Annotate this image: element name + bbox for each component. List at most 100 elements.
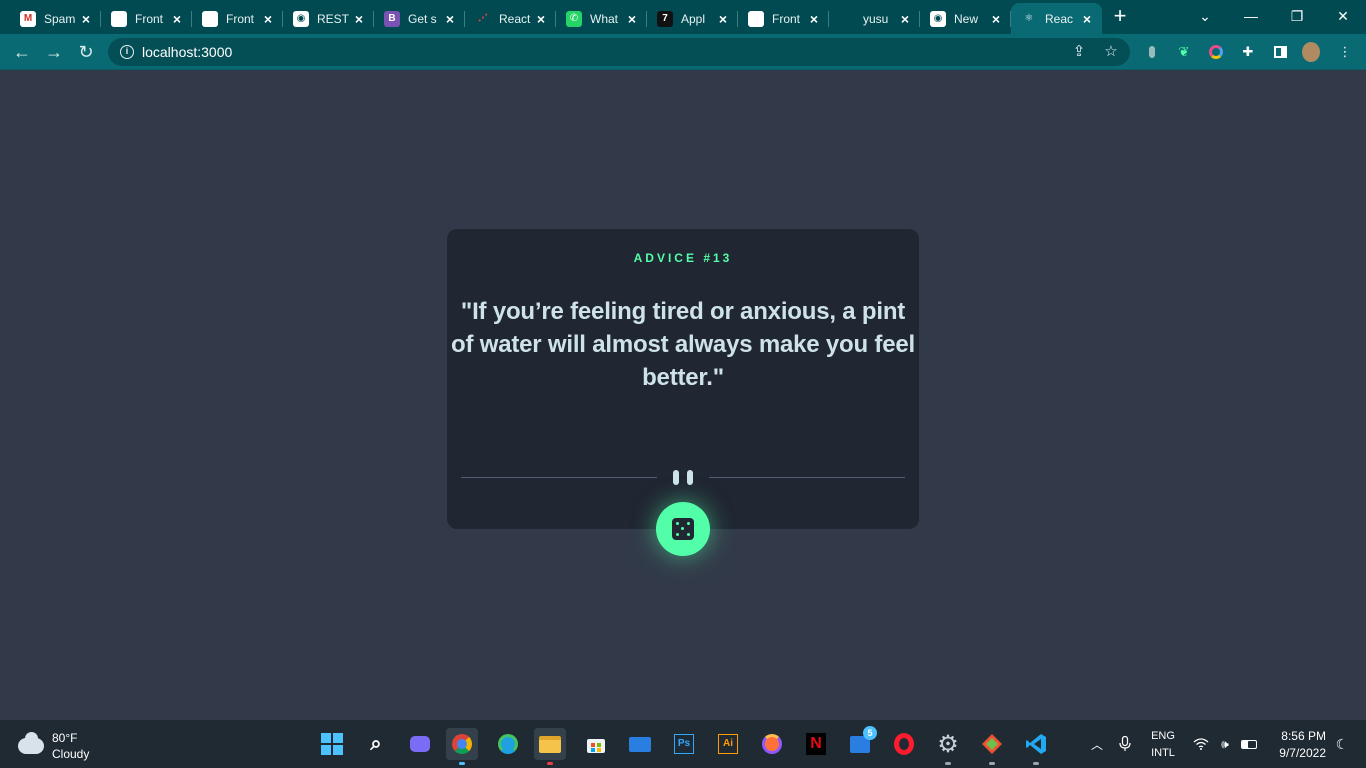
- weather-temp: 80°F: [52, 731, 78, 745]
- advice-number: ADVICE #13: [633, 251, 733, 265]
- address-url[interactable]: localhost:3000: [142, 44, 232, 60]
- frontend-mentor-icon: [111, 10, 127, 27]
- search-icon[interactable]: ⌕: [360, 728, 392, 760]
- close-tab-icon[interactable]: ×: [534, 12, 548, 26]
- notification-badge: 5: [863, 726, 877, 740]
- cloud-icon: [18, 732, 44, 754]
- photoshop-icon[interactable]: Ps: [668, 728, 700, 760]
- language-indicator[interactable]: ENG INTL: [1146, 728, 1180, 762]
- pause-icon-bar-right: [687, 470, 693, 485]
- close-window-button[interactable]: ✕: [1320, 0, 1366, 32]
- focus-moon-icon[interactable]: ☾: [1330, 720, 1354, 768]
- close-tab-icon[interactable]: ×: [79, 12, 93, 26]
- browser-toolbar: ← → ↻ i localhost:3000 ⇪ ☆ ❦ ✚ ⋮: [0, 34, 1366, 70]
- volume-icon[interactable]: 🕪: [1214, 720, 1236, 768]
- git-app-icon[interactable]: [976, 728, 1008, 765]
- new-tab-button[interactable]: +: [1108, 5, 1132, 29]
- file-explorer-icon[interactable]: [534, 728, 566, 765]
- tab-search-button[interactable]: ⌄: [1182, 0, 1228, 32]
- dice-icon: [672, 518, 694, 540]
- close-tab-icon[interactable]: ×: [443, 12, 457, 26]
- chat-icon[interactable]: [404, 728, 436, 760]
- mail-icon[interactable]: [624, 728, 656, 760]
- browser-tab[interactable]: ⋰ React ×: [465, 3, 556, 34]
- clock-date: 9/7/2022: [1279, 746, 1326, 760]
- new-advice-button[interactable]: [656, 502, 710, 556]
- show-hidden-icons-chevron-icon[interactable]: ︿: [1086, 720, 1108, 768]
- close-tab-icon[interactable]: ×: [989, 12, 1003, 26]
- forward-button[interactable]: →: [42, 40, 66, 64]
- browser-tab[interactable]: ✆ What ×: [556, 3, 647, 34]
- browser-tab[interactable]: yusu ×: [829, 3, 920, 34]
- chrome-icon: ◉: [930, 10, 946, 27]
- close-tab-icon[interactable]: ×: [807, 12, 821, 26]
- extension-icon[interactable]: [1143, 43, 1161, 61]
- vscode-icon[interactable]: [1020, 728, 1052, 765]
- tab-title: Spam: [44, 11, 76, 26]
- tab-title: REST: [317, 11, 350, 26]
- settings-gear-icon[interactable]: ⚙: [932, 728, 964, 765]
- divider-right: [709, 477, 905, 478]
- side-panel-icon[interactable]: [1271, 43, 1289, 61]
- microsoft-store-icon[interactable]: [580, 728, 612, 760]
- edge-icon[interactable]: [492, 728, 524, 760]
- pause-icon-bar-left: [673, 470, 679, 485]
- browser-tab[interactable]: B Get s ×: [374, 3, 465, 34]
- firefox-icon[interactable]: [756, 728, 788, 760]
- browser-tab[interactable]: Front ×: [101, 3, 192, 34]
- wifi-icon[interactable]: [1190, 720, 1212, 768]
- restore-button[interactable]: ❐: [1274, 0, 1320, 32]
- profile-avatar[interactable]: [1302, 42, 1320, 62]
- browser-tab[interactable]: 7 Appl ×: [647, 3, 738, 34]
- start-windows-icon[interactable]: [316, 728, 348, 760]
- extension-leaf-icon[interactable]: ❦: [1175, 43, 1193, 61]
- browser-menu-icon[interactable]: ⋮: [1336, 43, 1354, 61]
- back-button[interactable]: ←: [10, 40, 34, 64]
- chrome-icon[interactable]: [446, 728, 478, 765]
- address-bar[interactable]: i localhost:3000 ⇪ ☆: [108, 38, 1130, 66]
- browser-tab-strip: M Spam × Front × Front × ◉ REST × B Get s × ⋰ React × ✆ W…: [0, 0, 1366, 34]
- tab-title: Front: [772, 11, 801, 26]
- color-extension-icon[interactable]: [1207, 43, 1225, 61]
- seven-icon: 7: [657, 10, 673, 27]
- battery-icon[interactable]: [1238, 720, 1260, 768]
- close-tab-icon[interactable]: ×: [716, 12, 730, 26]
- microphone-icon[interactable]: [1114, 720, 1136, 768]
- browser-tab[interactable]: ◉ REST ×: [283, 3, 374, 34]
- close-tab-icon[interactable]: ×: [261, 12, 275, 26]
- tab-title: Get s: [408, 11, 437, 26]
- github-icon: [839, 10, 855, 27]
- tab-title: React: [499, 11, 531, 26]
- tab-list: M Spam × Front × Front × ◉ REST × B Get s × ⋰ React × ✆ W…: [10, 3, 1102, 34]
- browser-tab[interactable]: ⚛ Reac ×: [1011, 3, 1102, 34]
- bookmark-star-icon[interactable]: ☆: [1102, 43, 1120, 61]
- browser-tab[interactable]: Front ×: [738, 3, 829, 34]
- system-clock[interactable]: 8:56 PM 9/7/2022: [1262, 728, 1326, 762]
- whatsapp-icon: ✆: [566, 10, 582, 27]
- browser-tab[interactable]: ◉ New ×: [920, 3, 1011, 34]
- browser-tab[interactable]: Front ×: [192, 3, 283, 34]
- share-icon[interactable]: ⇪: [1070, 43, 1088, 61]
- close-tab-icon[interactable]: ×: [625, 12, 639, 26]
- desktop-app-icon[interactable]: 5: [844, 726, 877, 760]
- tab-title: What: [590, 11, 619, 26]
- opera-icon[interactable]: [888, 728, 920, 760]
- tab-title: Appl: [681, 11, 706, 26]
- netflix-icon[interactable]: N: [800, 728, 832, 760]
- close-tab-icon[interactable]: ×: [170, 12, 184, 26]
- illustrator-icon[interactable]: Ai: [712, 728, 744, 760]
- frontend-mentor-icon: [202, 10, 218, 27]
- bootstrap-icon: B: [384, 10, 400, 27]
- react-router-icon: ⋰: [475, 10, 491, 27]
- site-info-icon[interactable]: i: [120, 45, 134, 59]
- close-tab-icon[interactable]: ×: [352, 12, 366, 26]
- browser-tab[interactable]: M Spam ×: [10, 3, 101, 34]
- close-tab-icon[interactable]: ×: [898, 12, 912, 26]
- tab-title: Front: [226, 11, 255, 26]
- weather-widget[interactable]: 80°F Cloudy: [18, 730, 89, 762]
- weather-condition: Cloudy: [52, 747, 90, 761]
- minimize-button[interactable]: —: [1228, 0, 1274, 32]
- reload-button[interactable]: ↻: [74, 40, 98, 64]
- puzzle-extensions-icon[interactable]: ✚: [1239, 43, 1257, 61]
- close-tab-icon[interactable]: ×: [1080, 12, 1094, 26]
